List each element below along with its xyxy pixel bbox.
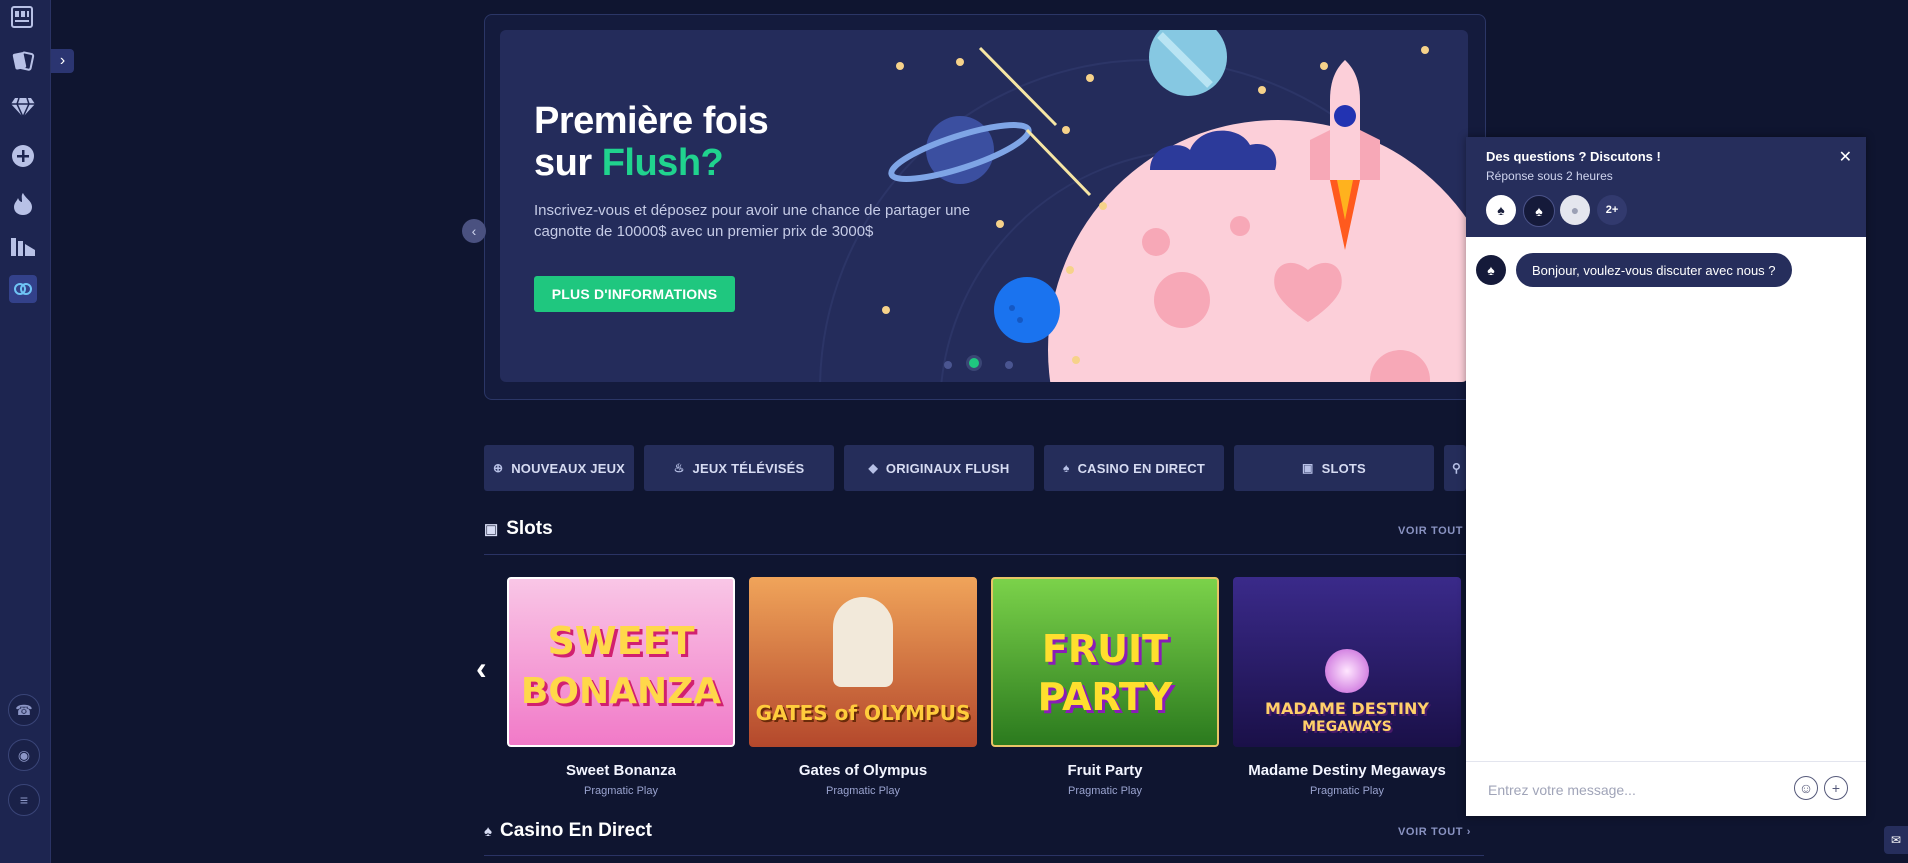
divider: [484, 855, 1484, 856]
close-icon[interactable]: ✕: [1839, 147, 1852, 167]
emoji-icon[interactable]: ☺: [1794, 776, 1818, 800]
slots-prev-button[interactable]: ‹: [476, 650, 487, 687]
live-title: Casino En Direct: [499, 820, 653, 841]
banner-description: Inscrivez-vous et déposez pour avoir une…: [534, 202, 971, 240]
expand-sidebar-button[interactable]: ›: [51, 49, 74, 73]
library-icon[interactable]: [9, 233, 37, 261]
search-icon: ⚲: [1452, 461, 1461, 475]
agent-avatar-1: ♠: [1486, 195, 1516, 225]
banner-title-line1: Première fois: [534, 100, 769, 142]
support-icon[interactable]: ☎: [8, 694, 40, 726]
banner-prev-button[interactable]: ‹: [462, 219, 486, 243]
thumb-text: GATES of OLYMPUS: [755, 701, 971, 725]
chevron-left-icon: ‹: [476, 650, 487, 686]
game-provider: Pragmatic Play: [1310, 785, 1384, 797]
thumb-text: PARTY: [1037, 675, 1173, 719]
game-name[interactable]: Fruit Party: [991, 762, 1219, 779]
banner-title-accent: Flush?: [601, 142, 724, 184]
thumb-text: BONANZA: [520, 671, 722, 712]
chevron-right-icon: ›: [59, 52, 66, 69]
live-see-all-link[interactable]: VOIR TOUT ›: [1398, 826, 1471, 838]
banner-title-prefix: sur: [534, 142, 602, 184]
slots-section-title: ▣ Slots: [484, 518, 553, 540]
slots-title: Slots: [506, 518, 553, 539]
live-see-all-label: VOIR TOUT: [1398, 826, 1464, 838]
game-provider: Pragmatic Play: [584, 785, 658, 797]
chevron-left-icon: ‹: [471, 223, 477, 239]
flame-icon[interactable]: [9, 190, 37, 218]
slot-machine-icon: ▣: [484, 521, 499, 538]
carousel-dot-3[interactable]: [1005, 361, 1013, 369]
chat-message-input[interactable]: [1486, 774, 1790, 806]
sidebar: ☎ ◉ ≡: [0, 0, 51, 863]
banner-title: Première fois sur Flush?: [534, 100, 769, 184]
chat-bubble-icon: ✉: [1890, 833, 1902, 847]
chat-widget: Des questions ? Discutons ! Réponse sous…: [1466, 137, 1866, 816]
game-name[interactable]: Madame Destiny Megaways: [1233, 762, 1461, 779]
thumb-text: FRUIT: [1041, 627, 1169, 671]
banner-title-line2: sur Flush?: [534, 142, 768, 184]
game-provider: Pragmatic Play: [1068, 785, 1142, 797]
chat-launcher-button[interactable]: ✉: [1884, 826, 1908, 854]
diamond-icon[interactable]: [9, 93, 37, 121]
zeus-figure: [833, 597, 893, 687]
sports-icon[interactable]: [9, 275, 37, 303]
tab-label: CASINO EN DIRECT: [1077, 460, 1205, 476]
chat-message-bubble: Bonjour, voulez-vous discuter avec nous …: [1516, 253, 1792, 287]
game-thumb-gates-of-olympus[interactable]: GATES of OLYMPUS: [749, 577, 977, 747]
slots-see-all-link[interactable]: VOIR TOUT: [1398, 525, 1463, 537]
chat-title: Des questions ? Discutons !: [1486, 149, 1661, 164]
agent-avatar-3: ●: [1560, 195, 1590, 225]
game-name[interactable]: Sweet Bonanza: [507, 762, 735, 779]
game-name[interactable]: Gates of Olympus: [749, 762, 977, 779]
tab-casino-en-direct[interactable]: ♠ CASINO EN DIRECT: [1044, 445, 1224, 491]
promo-banner: Première fois sur Flush? Inscrivez-vous …: [500, 30, 1468, 382]
coins-icon[interactable]: ≡: [8, 784, 40, 816]
live-section-title: ♠ Casino En Direct: [484, 820, 652, 842]
carousel-dot-1[interactable]: [944, 361, 952, 369]
tab-label: JEUX TÉLÉVISÉS: [692, 460, 805, 476]
game-thumb-sweet-bonanza[interactable]: SWEET BONANZA: [507, 577, 735, 747]
tab-originaux-flush[interactable]: ◆ ORIGINAUX FLUSH: [844, 445, 1034, 491]
language-icon[interactable]: ◉: [8, 739, 40, 771]
tab-label: NOUVEAUX JEUX: [511, 460, 626, 476]
cards-icon[interactable]: [9, 47, 37, 75]
slot-machine-icon: ▣: [1302, 461, 1314, 475]
tab-search[interactable]: ⚲: [1444, 445, 1466, 491]
thumb-text: MEGAWAYS: [1302, 719, 1392, 735]
agent-message-avatar: ♠: [1476, 255, 1506, 285]
game-thumb-madame-destiny[interactable]: MADAME DESTINY MEGAWAYS: [1233, 577, 1461, 747]
chat-header: Des questions ? Discutons ! Réponse sous…: [1466, 137, 1866, 237]
tab-slots[interactable]: ▣ SLOTS: [1234, 445, 1434, 491]
flame-icon: ♨: [673, 461, 685, 475]
more-agents-badge: 2+: [1597, 195, 1627, 225]
crystal-ball: [1325, 649, 1369, 693]
agent-avatar-2: ♠: [1523, 195, 1555, 227]
plus-circle-icon: ⊕: [492, 461, 504, 475]
game-thumb-fruit-party[interactable]: FRUIT PARTY: [991, 577, 1219, 747]
chevron-right-icon: ›: [1466, 826, 1472, 838]
game-provider: Pragmatic Play: [826, 785, 900, 797]
diamond-icon: ◆: [868, 461, 878, 475]
thumb-text: SWEET: [547, 619, 695, 663]
plus-circle-icon[interactable]: [9, 142, 37, 170]
tab-label: SLOTS: [1321, 460, 1366, 476]
attach-plus-icon[interactable]: +: [1824, 776, 1848, 800]
banner-cta-button[interactable]: PLUS D'INFORMATIONS: [534, 276, 735, 312]
divider: [484, 554, 1484, 555]
tab-nouveaux-jeux[interactable]: ⊕ NOUVEAUX JEUX: [484, 445, 634, 491]
tab-jeux-televises[interactable]: ♨ JEUX TÉLÉVISÉS: [644, 445, 834, 491]
tab-label: ORIGINAUX FLUSH: [885, 460, 1010, 476]
carousel-dot-2-active[interactable]: [966, 355, 982, 371]
cards-icon: ♠: [1062, 461, 1070, 475]
slot-machine-icon[interactable]: [9, 3, 37, 31]
cards-icon: ♠: [484, 822, 492, 840]
chat-subtitle: Réponse sous 2 heures: [1486, 169, 1613, 183]
thumb-text: MADAME DESTINY: [1265, 699, 1429, 718]
chat-footer: ☺ +: [1466, 761, 1866, 817]
